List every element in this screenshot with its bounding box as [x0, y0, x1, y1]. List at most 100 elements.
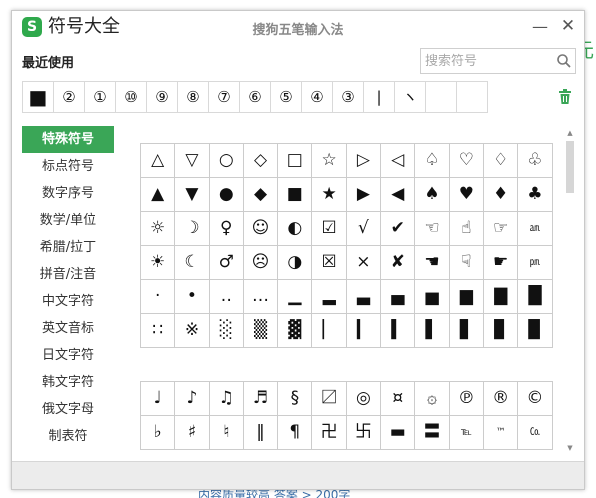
symbol-cell[interactable]: § [278, 382, 313, 416]
symbol-cell[interactable]: 卐 [346, 416, 382, 450]
symbol-cell[interactable]: ▒ [243, 314, 279, 348]
symbol-cell[interactable]: ™ [483, 416, 519, 450]
symbol-cell[interactable]: ☾ [175, 246, 210, 280]
recent-symbol-cell[interactable] [426, 82, 457, 112]
symbol-cell[interactable]: ♧ [518, 144, 553, 178]
symbol-cell[interactable]: ▌ [415, 314, 450, 348]
symbol-cell[interactable]: ♤ [415, 144, 450, 178]
category-item[interactable]: 标点符号 [22, 153, 114, 180]
symbol-cell[interactable]: ▓ [278, 314, 313, 348]
symbol-cell[interactable]: ● [209, 178, 244, 212]
symbol-cell[interactable]: ۞ [415, 382, 450, 416]
recent-symbol-cell[interactable]: ⑧ [178, 82, 209, 112]
symbol-cell[interactable]: ▽ [175, 144, 210, 178]
symbol-cell[interactable]: √ [346, 212, 382, 246]
search-box[interactable] [420, 48, 576, 74]
symbol-cell[interactable]: ☝ [449, 212, 484, 246]
category-item[interactable]: 中文字符 [22, 288, 114, 315]
symbol-cell[interactable]: 卍 [312, 416, 347, 450]
symbol-cell[interactable]: ☞ [483, 212, 519, 246]
symbol-cell[interactable]: ☀ [141, 246, 176, 280]
category-item[interactable]: 俄文字母 [22, 396, 114, 423]
symbol-cell[interactable]: ◆ [243, 178, 279, 212]
symbol-cell[interactable]: ▅ [415, 280, 450, 314]
symbol-cell[interactable]: ▍ [381, 314, 416, 348]
symbol-cell[interactable]: ㏘ [518, 246, 553, 280]
symbol-cell[interactable]: ㏇ [518, 416, 553, 450]
recent-symbol-cell[interactable] [457, 82, 488, 112]
symbol-cell[interactable]: ▉ [518, 314, 553, 348]
symbol-cell[interactable]: ✔ [381, 212, 416, 246]
symbol-cell[interactable]: ☛ [483, 246, 519, 280]
symbol-cell[interactable]: 〼 [312, 382, 347, 416]
symbol-cell[interactable]: ♮ [209, 416, 244, 450]
symbol-cell[interactable]: ▲ [141, 178, 176, 212]
symbol-cell[interactable]: ○ [209, 144, 244, 178]
symbol-cell[interactable]: ◁ [381, 144, 416, 178]
symbol-cell[interactable]: ▁ [278, 280, 313, 314]
symbol-cell[interactable]: ※ [175, 314, 210, 348]
scroll-thumb[interactable] [566, 141, 574, 193]
recent-symbol-cell[interactable]: ① [85, 82, 116, 112]
scroll-down-arrow-icon[interactable]: ▼ [565, 444, 575, 452]
symbol-cell[interactable]: ★ [312, 178, 347, 212]
symbol-cell[interactable]: ◀ [381, 178, 416, 212]
symbol-cell[interactable]: · [141, 280, 176, 314]
recent-symbol-cell[interactable]: | [364, 82, 395, 112]
symbol-cell[interactable]: • [175, 280, 210, 314]
symbol-cell[interactable]: ▶ [346, 178, 382, 212]
recent-symbol-cell[interactable]: ④ [302, 82, 333, 112]
symbol-cell[interactable]: ℡ [449, 416, 484, 450]
symbol-cell[interactable]: … [243, 280, 279, 314]
recent-symbol-cell[interactable]: ② [54, 82, 85, 112]
close-button[interactable]: ✕ [558, 16, 578, 36]
symbol-cell[interactable]: © [518, 382, 553, 416]
symbol-cell[interactable]: ✘ [381, 246, 416, 280]
symbol-cell[interactable]: ▬ [381, 416, 416, 450]
symbol-cell[interactable]: ♭ [141, 416, 176, 450]
symbol-cell[interactable]: × [346, 246, 382, 280]
symbol-cell[interactable]: ▎ [346, 314, 382, 348]
symbol-cell[interactable]: ‖ [243, 416, 279, 450]
symbol-cell[interactable]: □ [278, 144, 313, 178]
category-item[interactable]: 希腊/拉丁 [22, 234, 114, 261]
symbol-cell[interactable]: ☹ [243, 246, 279, 280]
symbol-cell[interactable]: ▇ [483, 280, 519, 314]
symbol-cell[interactable]: ☑ [312, 212, 347, 246]
recent-symbol-cell[interactable]: ⑩ [116, 82, 147, 112]
symbol-cell[interactable]: ☒ [312, 246, 347, 280]
symbol-cell[interactable]: ▷ [346, 144, 382, 178]
symbol-cell[interactable]: ▋ [449, 314, 484, 348]
category-item[interactable]: 英文音标 [22, 315, 114, 342]
symbol-cell[interactable]: ♫ [209, 382, 244, 416]
category-item[interactable]: 特殊符号 [22, 126, 114, 153]
symbol-cell[interactable]: ▄ [381, 280, 416, 314]
symbol-cell[interactable]: ♪ [175, 382, 210, 416]
category-item[interactable]: 日文字符 [22, 342, 114, 369]
category-item[interactable]: 数学/单位 [22, 207, 114, 234]
symbol-cell[interactable]: ☼ [141, 212, 176, 246]
symbol-cell[interactable]: ◎ [346, 382, 382, 416]
symbol-cell[interactable]: ☆ [312, 144, 347, 178]
category-item[interactable]: 拼音/注音 [22, 261, 114, 288]
search-icon[interactable] [555, 51, 573, 71]
symbol-cell[interactable]: ◇ [243, 144, 279, 178]
symbol-cell[interactable]: ♠ [415, 178, 450, 212]
symbol-cell[interactable]: ☽ [175, 212, 210, 246]
symbol-cell[interactable]: ♩ [141, 382, 176, 416]
symbol-cell[interactable]: ¶ [278, 416, 313, 450]
recent-symbol-cell[interactable]: ⑦ [209, 82, 240, 112]
recent-symbol-cell[interactable]: ■ [23, 82, 54, 112]
symbol-cell[interactable]: ◑ [278, 246, 313, 280]
symbol-cell[interactable]: ░ [209, 314, 244, 348]
symbol-cell[interactable]: ∷ [141, 314, 176, 348]
symbol-cell[interactable]: ℗ [449, 382, 484, 416]
recent-symbol-cell[interactable]: ③ [333, 82, 364, 112]
search-input[interactable] [425, 52, 553, 70]
symbol-cell[interactable]: ☜ [415, 212, 450, 246]
symbol-cell[interactable]: ¤ [381, 382, 416, 416]
symbol-cell[interactable]: △ [141, 144, 176, 178]
symbol-cell[interactable]: ♀ [209, 212, 244, 246]
vertical-scrollbar[interactable]: ▲ ▼ [565, 129, 575, 452]
category-item[interactable]: 数字序号 [22, 180, 114, 207]
